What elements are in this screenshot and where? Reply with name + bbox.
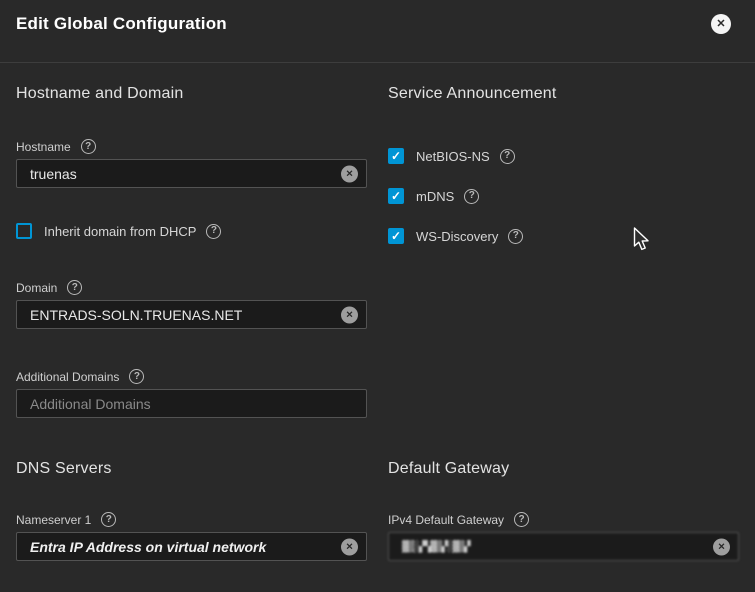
ipv4-default-gateway-help-icon[interactable]: ? [514,512,529,527]
domain-help-icon[interactable]: ? [67,280,82,295]
clear-input-icon: ✕ [718,542,726,551]
dialog-header: Edit Global Configuration ✕ [0,0,755,48]
section-title-service-announcement: Service Announcement [388,85,739,103]
nameserver1-label-row: Nameserver 1 ? [16,512,367,527]
ws-discovery-label: WS-Discovery [416,229,498,244]
section-dns-servers: DNS Servers Nameserver 1 ? ✕ [16,418,367,561]
ws-discovery-help-icon[interactable]: ? [508,229,523,244]
netbios-ns-row: ✓ NetBIOS-NS ? [388,147,739,165]
clear-input-icon: ✕ [346,542,354,551]
domain-label: Domain [16,281,57,295]
nameserver1-input[interactable] [16,532,367,561]
checkmark-icon: ✓ [391,150,401,162]
netbios-ns-checkbox[interactable]: ✓ [388,148,404,164]
mdns-checkbox[interactable]: ✓ [388,188,404,204]
mdns-row: ✓ mDNS ? [388,187,739,205]
additional-domains-help-icon[interactable]: ? [129,369,144,384]
edit-global-configuration-dialog: Edit Global Configuration ✕ Hostname and… [0,0,755,592]
section-title-hostname-and-domain: Hostname and Domain [16,85,367,103]
hostname-label-row: Hostname ? [16,139,367,154]
nameserver1-input-wrap: ✕ [16,532,367,561]
inherit-domain-from-dhcp-row: ✓ Inherit domain from DHCP ? [16,222,367,240]
ipv4-default-gateway-input-wrap: ✕ [388,532,739,561]
domain-label-row: Domain ? [16,280,367,295]
checkmark-icon: ✓ [391,230,401,242]
section-title-dns-servers: DNS Servers [16,460,367,478]
netbios-ns-help-icon[interactable]: ? [500,149,515,164]
domain-input-wrap: ✕ [16,300,367,329]
close-button[interactable]: ✕ [711,14,731,34]
netbios-ns-label: NetBIOS-NS [416,149,490,164]
hostname-input-wrap: ✕ [16,159,367,188]
mdns-help-icon[interactable]: ? [464,189,479,204]
section-title-default-gateway: Default Gateway [388,460,739,478]
additional-domains-label: Additional Domains [16,370,119,384]
inherit-domain-help-icon[interactable]: ? [206,224,221,239]
nameserver1-clear-button[interactable]: ✕ [341,538,358,555]
section-service-announcement: Service Announcement ✓ NetBIOS-NS ? ✓ mD… [388,63,739,418]
hostname-clear-button[interactable]: ✕ [341,165,358,182]
inherit-domain-from-dhcp-label: Inherit domain from DHCP [44,224,196,239]
nameserver1-help-icon[interactable]: ? [101,512,116,527]
additional-domains-input-wrap [16,389,367,418]
dialog-title: Edit Global Configuration [16,14,711,34]
inherit-domain-from-dhcp-checkbox[interactable]: ✓ [16,223,32,239]
domain-clear-button[interactable]: ✕ [341,306,358,323]
clear-input-icon: ✕ [346,310,354,319]
additional-domains-label-row: Additional Domains ? [16,369,367,384]
ipv4-default-gateway-label: IPv4 Default Gateway [388,513,504,527]
hostname-label: Hostname [16,140,71,154]
clear-input-icon: ✕ [346,169,354,178]
ipv4-default-gateway-clear-button[interactable]: ✕ [713,538,730,555]
hostname-help-icon[interactable]: ? [81,139,96,154]
hostname-input[interactable] [16,159,367,188]
nameserver1-label: Nameserver 1 [16,513,91,527]
additional-domains-input[interactable] [16,389,367,418]
checkmark-icon: ✓ [391,190,401,202]
domain-input[interactable] [16,300,367,329]
ipv4-default-gateway-label-row: IPv4 Default Gateway ? [388,512,739,527]
dialog-body: Hostname and Domain Hostname ? ✕ ✓ Inher… [0,63,755,561]
section-default-gateway: Default Gateway IPv4 Default Gateway ? ✕ [388,418,739,561]
ipv4-default-gateway-input[interactable] [388,532,739,561]
close-icon: ✕ [716,19,725,30]
section-hostname-and-domain: Hostname and Domain Hostname ? ✕ ✓ Inher… [16,63,367,418]
ws-discovery-row: ✓ WS-Discovery ? [388,227,739,245]
mdns-label: mDNS [416,189,454,204]
ws-discovery-checkbox[interactable]: ✓ [388,228,404,244]
